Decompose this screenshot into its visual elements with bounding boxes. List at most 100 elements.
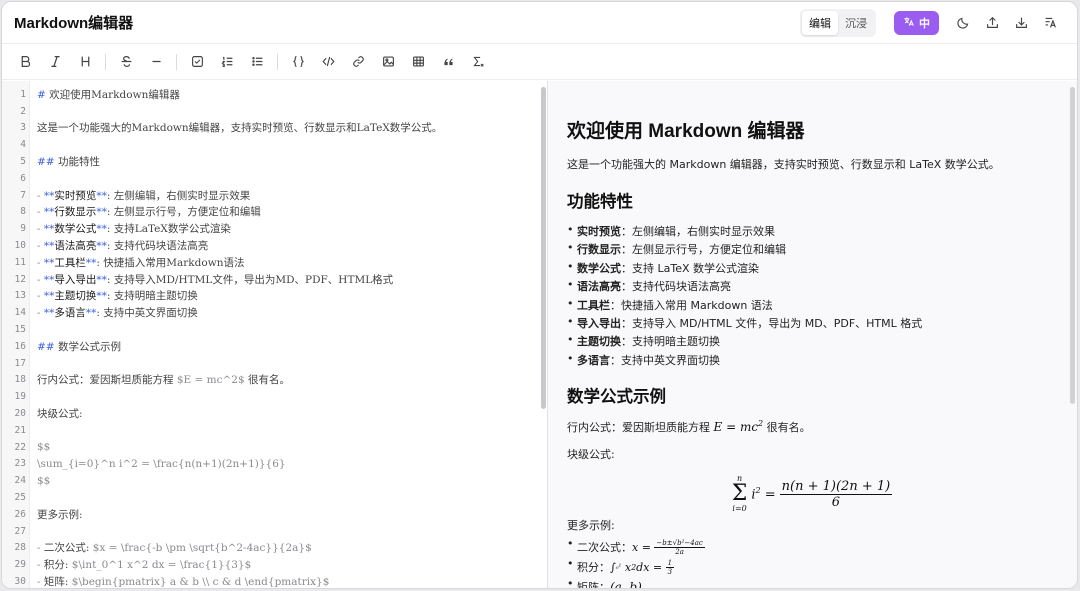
editor-line[interactable]: 14 - **多语言**: 支持中英文界面切换 bbox=[2, 304, 547, 321]
editor-scrollbar[interactable] bbox=[541, 87, 546, 409]
language-toggle-button[interactable]: 中 bbox=[894, 10, 939, 35]
code-block-icon[interactable] bbox=[283, 48, 313, 76]
editor-line[interactable]: 4 bbox=[2, 136, 547, 153]
feature-item: 行数显示：左侧显示行号，方便定位和编辑 bbox=[567, 241, 1057, 259]
line-content: - **语法高亮**: 支持代码块语法高亮 bbox=[37, 240, 209, 253]
link-icon[interactable] bbox=[343, 48, 373, 76]
feature-item: 多语言：支持中英文界面切换 bbox=[567, 352, 1057, 370]
editor-line[interactable]: 10 - **语法高亮**: 支持代码块语法高亮 bbox=[2, 237, 547, 254]
editor-line[interactable]: 5 ## 功能特性 bbox=[2, 153, 547, 170]
line-number: 20 bbox=[14, 408, 26, 420]
line-number: 1 bbox=[20, 88, 26, 100]
editor-line[interactable]: 9 - **数学公式**: 支持LaTeX数学公式渲染 bbox=[2, 220, 547, 237]
editor-line[interactable]: 8 - **行数显示**: 左侧显示行号，方便定位和编辑 bbox=[2, 204, 547, 221]
example-item: 二次公式： x = −b±√b²−4ac2a bbox=[567, 537, 1057, 557]
editor-line[interactable]: 19 bbox=[2, 388, 547, 405]
editor-line[interactable]: 24 $$ bbox=[2, 472, 547, 489]
toolbar-divider bbox=[105, 53, 106, 70]
editor-line[interactable]: 18 行内公式：爱因斯坦质能方程 $E = mc^2$ 很有名。 bbox=[2, 372, 547, 389]
editor-line[interactable]: 2 bbox=[2, 103, 547, 120]
editor-line[interactable]: 30 - 矩阵: $\begin{pmatrix} a & b \\ c & d … bbox=[2, 573, 547, 588]
preview-more-label: 更多示例: bbox=[567, 519, 615, 532]
horizontal-rule-icon[interactable] bbox=[141, 48, 171, 76]
example-item: 矩阵： (a b) bbox=[567, 577, 1057, 588]
editor-line[interactable]: 12 - **导入导出**: 支持导入MD/HTML文件，导出为MD、PDF、HT… bbox=[2, 271, 547, 288]
mode-immersive-button[interactable]: 沉浸 bbox=[838, 11, 874, 35]
editor-line[interactable]: 27 bbox=[2, 523, 547, 540]
line-content: $$ bbox=[37, 474, 51, 487]
editor-lines[interactable]: 1 # 欢迎使用Markdown编辑器 2 3 这是一个功能强大的Markdown编辑器… bbox=[2, 86, 547, 588]
math-formula-icon[interactable] bbox=[463, 48, 493, 76]
bold-icon[interactable] bbox=[10, 48, 40, 76]
table-icon[interactable] bbox=[403, 48, 433, 76]
line-number: 25 bbox=[14, 492, 26, 504]
editor-line[interactable]: 23 \sum_{i=0}^n i^2 = \frac{n(n+1)(2n+1)}… bbox=[2, 456, 547, 473]
line-content: - **行数显示**: 左侧显示行号，方便定位和编辑 bbox=[37, 206, 261, 219]
editor-line[interactable]: 3 这是一个功能强大的Markdown编辑器，支持实时预览、行数显示和LaTeX数… bbox=[2, 120, 547, 137]
header: Markdown编辑器 编辑 沉浸 中 bbox=[2, 2, 1077, 44]
preview-math-heading: 数学公式示例 bbox=[567, 388, 666, 406]
inline-formula: E = mc2 bbox=[713, 419, 764, 434]
quote-icon[interactable] bbox=[433, 48, 463, 76]
line-content: 块级公式: bbox=[37, 408, 83, 421]
editor-line[interactable]: 28 - 二次公式: $x = \frac{-b \pm \sqrt{b^2-4a… bbox=[2, 540, 547, 557]
preview-inline-formula-line: 行内公式：爱因斯坦质能方程 E = mc2 很有名。 bbox=[567, 419, 811, 434]
inline-code-icon[interactable] bbox=[313, 48, 343, 76]
line-number: 26 bbox=[14, 508, 26, 520]
download-icon[interactable] bbox=[1007, 11, 1036, 35]
image-icon[interactable] bbox=[373, 48, 403, 76]
mode-edit-button[interactable]: 编辑 bbox=[802, 10, 838, 35]
line-content: $$ bbox=[37, 441, 51, 454]
bullet-list-icon[interactable] bbox=[242, 48, 272, 76]
line-content: 更多示例: bbox=[37, 508, 83, 521]
app-title: Markdown编辑器 bbox=[14, 15, 134, 32]
theme-moon-icon[interactable] bbox=[949, 11, 978, 35]
preview-block-label: 块级公式: bbox=[567, 448, 615, 461]
editor-line[interactable]: 13 - **主题切换**: 支持明暗主题切换 bbox=[2, 288, 547, 305]
editor-line[interactable]: 26 更多示例: bbox=[2, 506, 547, 523]
heading-icon[interactable] bbox=[70, 48, 100, 76]
line-content: ## 数学公式示例 bbox=[37, 340, 121, 353]
markdown-editor[interactable]: 1 # 欢迎使用Markdown编辑器 2 3 这是一个功能强大的Markdown编辑器… bbox=[2, 81, 548, 588]
line-content: - **实时预览**: 左侧编辑，右侧实时显示效果 bbox=[37, 189, 251, 202]
italic-icon[interactable] bbox=[40, 48, 70, 76]
line-number: 30 bbox=[14, 576, 26, 587]
upload-icon[interactable] bbox=[978, 11, 1007, 35]
line-content: - 二次公式: $x = \frac{-b \pm \sqrt{b^2-4ac}… bbox=[37, 542, 312, 555]
editor-line[interactable]: 6 bbox=[2, 170, 547, 187]
line-number: 5 bbox=[20, 156, 26, 168]
preview-pane: 欢迎使用 Markdown 编辑器 这是一个功能强大的 Markdown 编辑器… bbox=[548, 81, 1077, 588]
editor-line[interactable]: 25 bbox=[2, 489, 547, 506]
editor-line[interactable]: 17 bbox=[2, 355, 547, 372]
line-number: 10 bbox=[14, 240, 26, 252]
editor-line[interactable]: 15 bbox=[2, 321, 547, 338]
editor-line[interactable]: 16 ## 数学公式示例 bbox=[2, 338, 547, 355]
editor-line[interactable]: 7 - **实时预览**: 左侧编辑，右侧实时显示效果 bbox=[2, 187, 547, 204]
ordered-list-icon[interactable] bbox=[212, 48, 242, 76]
line-number: 11 bbox=[14, 256, 26, 268]
line-content: 行内公式：爱因斯坦质能方程 $E = mc^2$ 很有名。 bbox=[37, 374, 291, 387]
editor-line[interactable]: 11 - **工具栏**: 快捷插入常用Markdown语法 bbox=[2, 254, 547, 271]
example-item: 积分： ∫₀¹ x2dx = 13 bbox=[567, 557, 1057, 577]
line-number: 16 bbox=[14, 340, 26, 352]
preview-scrollbar[interactable] bbox=[1070, 87, 1075, 404]
line-number: 23 bbox=[14, 458, 26, 470]
toolbar-divider bbox=[277, 53, 278, 70]
line-number: 7 bbox=[20, 189, 26, 201]
line-content: - 积分: $\int_0^1 x^2 dx = \frac{1}{3}$ bbox=[37, 559, 252, 572]
line-number: 14 bbox=[14, 307, 26, 319]
preview-title: 欢迎使用 Markdown 编辑器 bbox=[567, 121, 805, 142]
feature-item: 数学公式：支持 LaTeX 数学公式渲染 bbox=[567, 260, 1057, 278]
line-number: 13 bbox=[14, 290, 26, 302]
strikethrough-icon[interactable] bbox=[111, 48, 141, 76]
editor-line[interactable]: 21 bbox=[2, 422, 547, 439]
line-number: 12 bbox=[14, 273, 26, 285]
editor-line[interactable]: 20 块级公式: bbox=[2, 405, 547, 422]
editor-line[interactable]: 22 $$ bbox=[2, 439, 547, 456]
editor-line[interactable]: 1 # 欢迎使用Markdown编辑器 bbox=[2, 86, 547, 103]
translate-icon bbox=[903, 16, 914, 30]
line-content: # 欢迎使用Markdown编辑器 bbox=[37, 88, 180, 101]
editor-line[interactable]: 29 - 积分: $\int_0^1 x^2 dx = \frac{1}{3}$ bbox=[2, 556, 547, 573]
checkbox-list-icon[interactable] bbox=[182, 48, 212, 76]
text-format-icon[interactable] bbox=[1036, 11, 1065, 35]
